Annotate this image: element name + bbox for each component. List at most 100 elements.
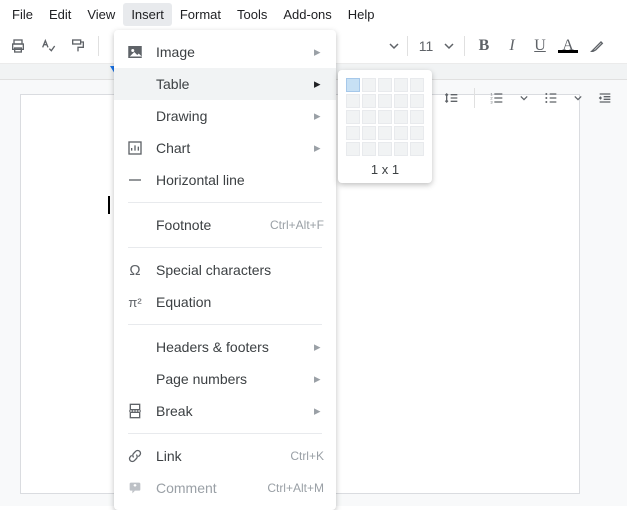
menu-item-table[interactable]: Table ▸ [114, 68, 336, 100]
submenu-arrow-icon: ▸ [314, 339, 324, 355]
table-cell[interactable] [346, 78, 360, 92]
menu-item-shortcut: Ctrl+Alt+F [270, 218, 324, 232]
separator [474, 88, 475, 108]
menu-item-headers-footers[interactable]: Headers & footers ▸ [114, 331, 336, 363]
table-cell[interactable] [346, 142, 360, 156]
menu-view[interactable]: View [79, 3, 123, 26]
paint-format-button[interactable] [64, 32, 92, 60]
text-cursor [108, 196, 110, 214]
menu-item-equation[interactable]: π² Equation [114, 286, 336, 318]
table-cell[interactable] [394, 126, 408, 140]
separator [464, 36, 465, 56]
table-cell[interactable] [346, 94, 360, 108]
menu-item-label: Equation [156, 294, 324, 310]
image-icon [124, 43, 146, 61]
menu-item-label: Page numbers [156, 371, 314, 387]
table-grid[interactable] [346, 78, 424, 156]
table-cell[interactable] [410, 142, 424, 156]
menu-item-break[interactable]: Break ▸ [114, 395, 336, 427]
menubar: File Edit View Insert Format Tools Add-o… [0, 0, 627, 28]
bulleted-list-dropdown[interactable] [569, 94, 587, 102]
menu-item-drawing[interactable]: Drawing ▸ [114, 100, 336, 132]
menu-item-horizontal-line[interactable]: Horizontal line [114, 164, 336, 196]
table-size-picker: 1 x 1 [338, 70, 432, 183]
menu-item-page-numbers[interactable]: Page numbers ▸ [114, 363, 336, 395]
menu-item-special-characters[interactable]: Ω Special characters [114, 254, 336, 286]
separator [98, 36, 99, 56]
submenu-arrow-icon: ▸ [314, 140, 324, 156]
menu-item-link[interactable]: Link Ctrl+K [114, 440, 336, 472]
submenu-arrow-icon: ▸ [314, 403, 324, 419]
spellcheck-button[interactable] [34, 32, 62, 60]
italic-button[interactable]: I [499, 37, 525, 55]
text-color-button[interactable]: A [555, 37, 581, 55]
table-cell[interactable] [378, 110, 392, 124]
menu-edit[interactable]: Edit [41, 3, 79, 26]
print-button[interactable] [4, 32, 32, 60]
increase-indent-button[interactable] [623, 84, 627, 112]
decrease-indent-button[interactable] [591, 84, 619, 112]
highlight-button[interactable] [583, 32, 611, 60]
menu-item-label: Footnote [156, 217, 270, 233]
table-cell[interactable] [362, 78, 376, 92]
submenu-arrow-icon: ▸ [314, 44, 324, 60]
table-cell[interactable] [394, 94, 408, 108]
table-cell[interactable] [346, 110, 360, 124]
pi-squared-icon: π² [124, 295, 146, 310]
menu-item-label: Image [156, 44, 314, 60]
menu-item-comment[interactable]: Comment Ctrl+Alt+M [114, 472, 336, 504]
table-cell[interactable] [410, 94, 424, 108]
menu-insert[interactable]: Insert [123, 3, 172, 26]
numbered-list-dropdown[interactable] [515, 94, 533, 102]
menu-item-label: Break [156, 403, 314, 419]
line-spacing-button[interactable] [438, 84, 466, 112]
font-size-value[interactable]: 11 [412, 34, 440, 58]
table-cell[interactable] [346, 126, 360, 140]
comment-icon [124, 480, 146, 496]
table-cell[interactable] [378, 142, 392, 156]
table-cell[interactable] [410, 110, 424, 124]
style-dropdown-icon[interactable] [385, 41, 403, 51]
table-cell[interactable] [378, 126, 392, 140]
menu-item-footnote[interactable]: Footnote Ctrl+Alt+F [114, 209, 336, 241]
table-cell[interactable] [394, 110, 408, 124]
separator [407, 36, 408, 56]
menu-divider [128, 247, 322, 248]
menu-item-shortcut: Ctrl+K [290, 449, 324, 463]
table-cell[interactable] [394, 78, 408, 92]
menu-item-label: Chart [156, 140, 314, 156]
table-cell[interactable] [378, 78, 392, 92]
menu-item-label: Table [156, 76, 314, 92]
chart-icon [124, 140, 146, 156]
submenu-arrow-icon: ▸ [314, 76, 324, 92]
table-cell[interactable] [362, 110, 376, 124]
menu-divider [128, 202, 322, 203]
table-cell[interactable] [362, 126, 376, 140]
submenu-arrow-icon: ▸ [314, 371, 324, 387]
menu-format[interactable]: Format [172, 3, 229, 26]
table-cell[interactable] [410, 126, 424, 140]
menu-divider [128, 324, 322, 325]
table-cell[interactable] [410, 78, 424, 92]
menu-help[interactable]: Help [340, 3, 383, 26]
menu-file[interactable]: File [4, 3, 41, 26]
menu-addons[interactable]: Add-ons [275, 3, 339, 26]
menu-item-shortcut: Ctrl+Alt+M [267, 481, 324, 495]
table-cell[interactable] [362, 94, 376, 108]
font-size-control[interactable]: 11 [385, 34, 458, 58]
menu-item-image[interactable]: Image ▸ [114, 36, 336, 68]
bulleted-list-button[interactable] [537, 84, 565, 112]
menu-tools[interactable]: Tools [229, 3, 275, 26]
menu-divider [128, 433, 322, 434]
svg-text:3: 3 [490, 99, 493, 104]
table-cell[interactable] [378, 94, 392, 108]
bold-button[interactable]: B [471, 37, 497, 55]
menu-item-chart[interactable]: Chart ▸ [114, 132, 336, 164]
underline-button[interactable]: U [527, 37, 553, 55]
table-cell[interactable] [394, 142, 408, 156]
font-size-dropdown-icon[interactable] [440, 41, 458, 51]
numbered-list-button[interactable]: 123 [483, 84, 511, 112]
menu-item-label: Headers & footers [156, 339, 314, 355]
table-cell[interactable] [362, 142, 376, 156]
menu-item-label: Comment [156, 480, 267, 496]
